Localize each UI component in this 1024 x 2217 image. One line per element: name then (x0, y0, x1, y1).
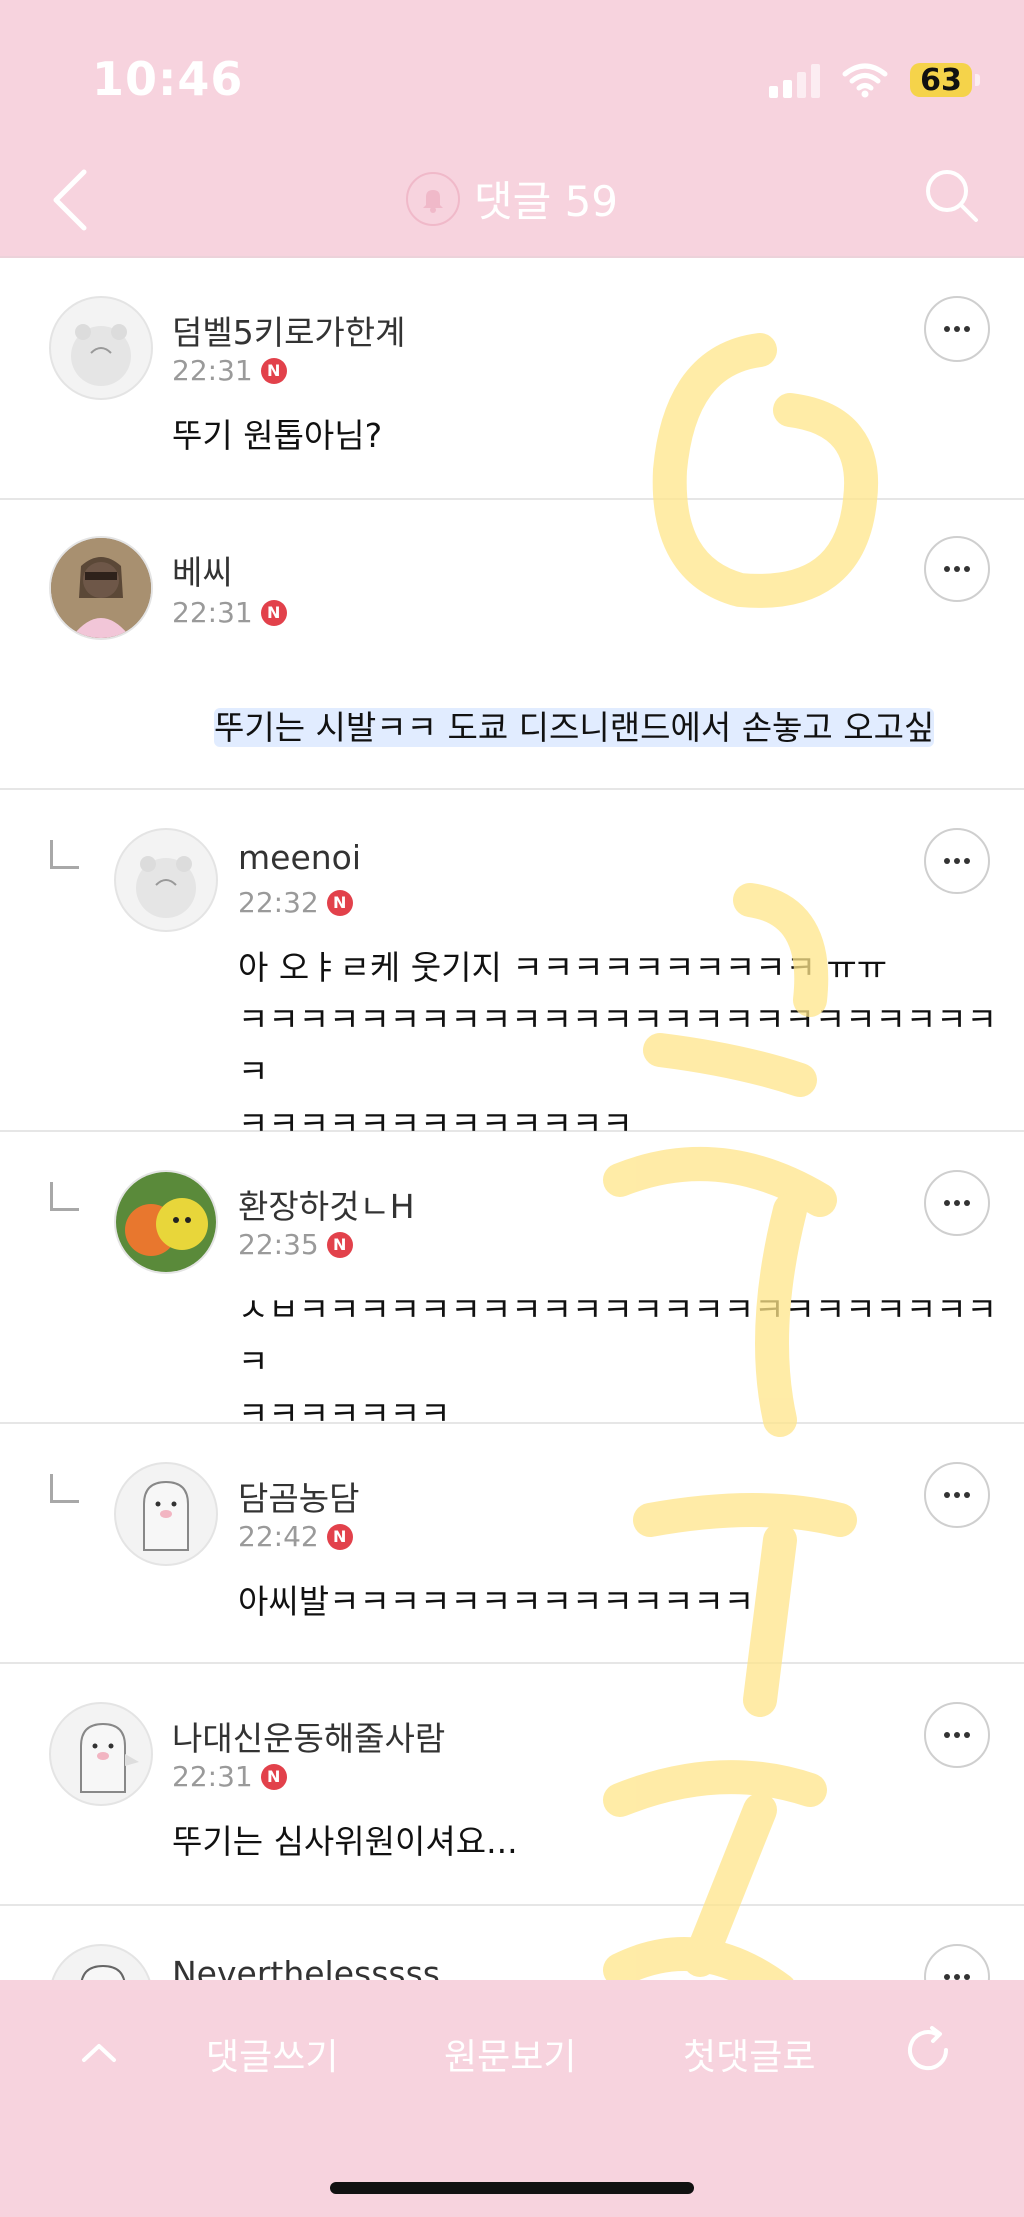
comment-text: 아 오ㅑㄹ케 웃기지 ㅋㅋㅋㅋㅋㅋㅋㅋㅋㅋ ㅠㅠ ㅋㅋㅋㅋㅋㅋㅋㅋㅋㅋㅋㅋㅋㅋㅋ… (238, 948, 997, 1143)
avatar[interactable] (49, 1702, 153, 1806)
reply-icon (50, 1182, 79, 1211)
comment-item: 담곰농담 22:42 N 아씨발ㅋㅋㅋㅋㅋㅋㅋㅋㅋㅋㅋㅋㅋㅋ (0, 1424, 1024, 1664)
more-button[interactable] (924, 1170, 990, 1236)
comment-text: 뚜기는 심사위원이셔요... (172, 1822, 518, 1861)
comment-author[interactable]: 나대신운동해줄사람 (172, 1712, 445, 1760)
more-button[interactable] (924, 296, 990, 362)
chevron-up-icon (82, 2044, 116, 2062)
status-bar: 10:46 63 (0, 0, 1024, 150)
comment-meta: 22:31 N (172, 354, 287, 387)
comment-author[interactable]: 환장하것ㄴH (238, 1180, 415, 1228)
more-button[interactable] (924, 536, 990, 602)
comment-time: 22:31 (172, 1760, 253, 1793)
more-button[interactable] (924, 1702, 990, 1768)
comment-item: 나대신운동해줄사람 22:31 N 뚜기는 심사위원이셔요... (0, 1664, 1024, 1906)
reply-icon (50, 1474, 79, 1503)
comment-item: 베씨 22:31 N 뚜기는 시발ㅋㅋ 도쿄 디즈니랜드에서 손놓고 오고싶 다 (0, 500, 1024, 851)
comment-text: 뚜기 원톱아님? (172, 416, 383, 455)
comment-item: 덤벨5키로가한계 22:31 N 뚜기 원톱아님? (0, 258, 1024, 500)
scroll-top-button[interactable] (74, 2028, 124, 2078)
new-badge: N (326, 1231, 353, 1258)
refresh-button[interactable] (898, 2020, 958, 2080)
comment-author[interactable]: 덤벨5키로가한계 (172, 306, 406, 354)
signal-icon (769, 62, 820, 98)
avatar[interactable] (49, 296, 153, 400)
avatar[interactable] (49, 536, 153, 640)
comment-time: 22:32 (238, 886, 319, 919)
comment-time: 22:31 (172, 354, 253, 387)
new-badge: N (260, 1763, 287, 1790)
comment-time: 22:42 (238, 1520, 319, 1553)
comment-text: ㅅㅂㅋㅋㅋㅋㅋㅋㅋㅋㅋㅋㅋㅋㅋㅋㅋㅋㅋㅋㅋㅋㅋㅋㅋㅋ ㅋㅋㅋㅋㅋㅋㅋ (238, 1290, 997, 1433)
comment-meta: 22:42 N (238, 1520, 353, 1553)
status-time: 10:46 (92, 52, 244, 106)
status-icons: 63 (769, 58, 980, 102)
comment-item: meenoi 22:32 N 아 오ㅑㄹ케 웃기지 ㅋㅋㅋㅋㅋㅋㅋㅋㅋㅋ ㅠㅠ … (0, 790, 1024, 1143)
comment-author[interactable]: 베씨 (172, 546, 233, 594)
comment-meta: 22:35 N (238, 1228, 353, 1261)
page-title: 댓글 59 (473, 177, 619, 226)
home-indicator (330, 2182, 694, 2194)
new-badge: N (326, 889, 353, 916)
header-title-group: 댓글 59 (0, 168, 1024, 229)
first-comment-button[interactable]: 첫댓글로 (683, 2028, 815, 2080)
search-icon (926, 170, 978, 222)
reply-icon (50, 840, 79, 869)
avatar[interactable] (114, 1170, 218, 1274)
new-badge: N (260, 357, 287, 384)
bell-icon[interactable] (405, 171, 460, 226)
comment-meta: 22:32 N (238, 886, 353, 919)
wifi-icon (842, 63, 888, 98)
comment-time: 22:35 (238, 1228, 319, 1261)
comment-author[interactable]: meenoi (238, 838, 361, 877)
view-original-button[interactable]: 원문보기 (444, 2028, 576, 2080)
write-comment-button[interactable]: 댓글쓰기 (206, 2028, 338, 2080)
comment-item: 환장하것ㄴH 22:35 N ㅅㅂㅋㅋㅋㅋㅋㅋㅋㅋㅋㅋㅋㅋㅋㅋㅋㅋㅋㅋㅋㅋㅋㅋㅋ… (0, 1132, 1024, 1433)
highlighted-text: 뚜기는 시발ㅋㅋ 도쿄 디즈니랜드에서 손놓고 오고싶 (213, 708, 935, 747)
more-button[interactable] (924, 828, 990, 894)
avatar[interactable] (114, 828, 218, 932)
new-badge: N (326, 1523, 353, 1550)
more-button[interactable] (924, 1462, 990, 1528)
avatar[interactable] (114, 1462, 218, 1566)
new-badge: N (260, 599, 287, 626)
battery-level: 63 (920, 62, 962, 98)
app-header: 댓글 59 (0, 150, 1024, 258)
comment-meta: 22:31 N (172, 596, 287, 629)
comment-text: 아씨발ㅋㅋㅋㅋㅋㅋㅋㅋㅋㅋㅋㅋㅋㅋ (238, 1582, 755, 1621)
refresh-icon (908, 2026, 949, 2071)
comment-time: 22:31 (172, 596, 253, 629)
comment-author[interactable]: 담곰농담 (238, 1472, 359, 1520)
battery-icon: 63 (910, 62, 980, 98)
comment-meta: 22:31 N (172, 1760, 287, 1793)
search-button[interactable] (920, 164, 984, 228)
